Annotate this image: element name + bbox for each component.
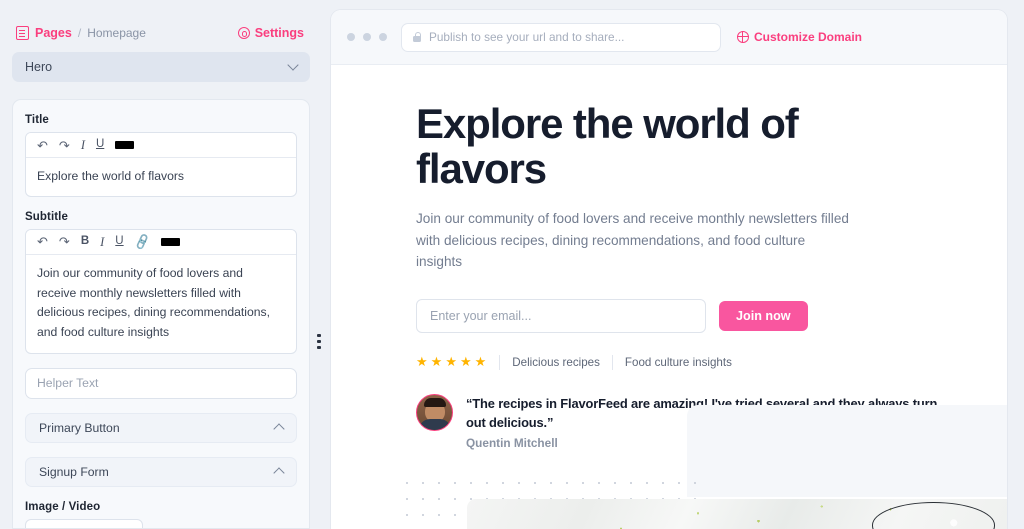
- editor-panel: Pages / Homepage Settings Hero Title ↶ ↷…: [0, 0, 322, 529]
- handle-dot: [317, 345, 321, 349]
- title-field-label: Title: [25, 114, 49, 126]
- star-icon: ★: [416, 354, 429, 370]
- breadcrumb-separator: /: [77, 26, 82, 40]
- title-editor-content[interactable]: Explore the world of flavors: [26, 158, 296, 196]
- join-now-button[interactable]: Join now: [719, 301, 808, 332]
- signup-form-label: Signup Form: [39, 464, 109, 479]
- text-color-swatch[interactable]: [115, 141, 135, 149]
- subtitle-rich-text-editor[interactable]: ↶ ↷ B I U 🔗 Join our community of food l…: [25, 228, 297, 354]
- image-video-input[interactable]: [25, 518, 143, 528]
- underline-icon[interactable]: U: [115, 236, 123, 248]
- url-bar[interactable]: Publish to see your url and to share...: [401, 22, 721, 52]
- hero-section: Explore the world of flavors Join our co…: [331, 65, 1007, 529]
- handle-dot: [317, 339, 321, 343]
- hero-subtitle: Join our community of food lovers and re…: [416, 210, 849, 270]
- link-icon[interactable]: 🔗: [133, 233, 152, 251]
- undo-icon[interactable]: ↶: [37, 139, 48, 152]
- signup-form-section[interactable]: Signup Form: [25, 456, 297, 487]
- customize-domain-button[interactable]: Customize Domain: [736, 30, 863, 44]
- traffic-dot: [363, 33, 371, 41]
- hero-title: Explore the world of flavors: [416, 100, 799, 192]
- pages-icon: [16, 26, 29, 40]
- avatar: [416, 394, 453, 432]
- traffic-dot: [347, 33, 355, 41]
- section-fields-card: Title ↶ ↷ I U Explore the world of flavo…: [12, 99, 310, 529]
- handle-dot: [317, 333, 321, 337]
- primary-button-label: Primary Button: [39, 420, 120, 435]
- avatar-hair: [423, 398, 446, 408]
- traffic-dot: [379, 33, 387, 41]
- section-selector[interactable]: Hero: [12, 52, 310, 82]
- editor-topbar: Pages / Homepage Settings: [0, 0, 322, 50]
- window-traffic-lights: [347, 33, 387, 41]
- title-rich-text-editor[interactable]: ↶ ↷ I U Explore the world of flavors: [25, 132, 297, 197]
- title-editor-toolbar: ↶ ↷ I U: [26, 133, 296, 158]
- primary-button-section[interactable]: Primary Button: [25, 412, 297, 443]
- trust-item-1: Delicious recipes: [512, 355, 600, 369]
- preview-frame: Publish to see your url and to share... …: [330, 9, 1008, 529]
- subtitle-editor-content[interactable]: Join our community of food lovers and re…: [26, 255, 296, 353]
- email-input[interactable]: [416, 299, 706, 334]
- helper-text-input[interactable]: [25, 367, 297, 399]
- rating-stars: ★ ★ ★ ★ ★: [416, 354, 487, 370]
- star-icon: ★: [430, 354, 444, 370]
- star-icon: ★: [474, 354, 488, 370]
- chevron-down-icon: [287, 59, 299, 71]
- image-video-label: Image / Video: [25, 500, 101, 513]
- avatar-body: [418, 419, 451, 431]
- bold-icon[interactable]: B: [81, 236, 89, 248]
- breadcrumb: Pages / Homepage: [16, 26, 146, 40]
- trust-row: ★ ★ ★ ★ ★ Delicious recipes Food culture…: [416, 354, 1007, 370]
- lock-icon: [413, 32, 422, 42]
- breadcrumb-current: Homepage: [87, 26, 146, 40]
- panel-resize-handle[interactable]: [313, 328, 325, 354]
- right-gutter: [1008, 0, 1024, 529]
- decorative-panel: [687, 405, 1007, 497]
- settings-button[interactable]: Settings: [237, 26, 304, 40]
- text-color-swatch[interactable]: [160, 237, 180, 246]
- undo-icon[interactable]: ↶: [37, 235, 48, 248]
- redo-icon[interactable]: ↷: [59, 235, 70, 248]
- star-icon: ★: [445, 354, 458, 370]
- redo-icon[interactable]: ↷: [59, 139, 70, 152]
- hero-signup-form: Join now: [416, 299, 1007, 334]
- star-icon: ★: [459, 354, 473, 370]
- app-root: Pages / Homepage Settings Hero Title ↶ ↷…: [0, 0, 1024, 529]
- preview-browser-bar: Publish to see your url and to share... …: [331, 10, 1007, 65]
- chevron-up-icon: [273, 423, 285, 435]
- chevron-up-icon: [273, 467, 285, 479]
- section-selector-value: Hero: [25, 60, 53, 74]
- divider: [611, 354, 613, 370]
- gear-icon: [237, 27, 250, 39]
- subtitle-editor-toolbar: ↶ ↷ B I U 🔗: [26, 229, 296, 255]
- underline-icon[interactable]: U: [96, 139, 104, 151]
- hero-food-image: [467, 499, 1007, 529]
- trust-item-2: Food culture insights: [624, 355, 732, 369]
- customize-domain-label: Customize Domain: [754, 30, 863, 44]
- breadcrumb-pages-link[interactable]: Pages: [35, 26, 72, 40]
- divider: [499, 354, 501, 370]
- url-placeholder-text: Publish to see your url and to share...: [429, 30, 625, 44]
- settings-label: Settings: [254, 26, 304, 40]
- subtitle-field-label: Subtitle: [25, 210, 68, 223]
- globe-icon: [736, 30, 749, 43]
- italic-icon[interactable]: I: [81, 139, 85, 152]
- italic-icon[interactable]: I: [100, 236, 104, 249]
